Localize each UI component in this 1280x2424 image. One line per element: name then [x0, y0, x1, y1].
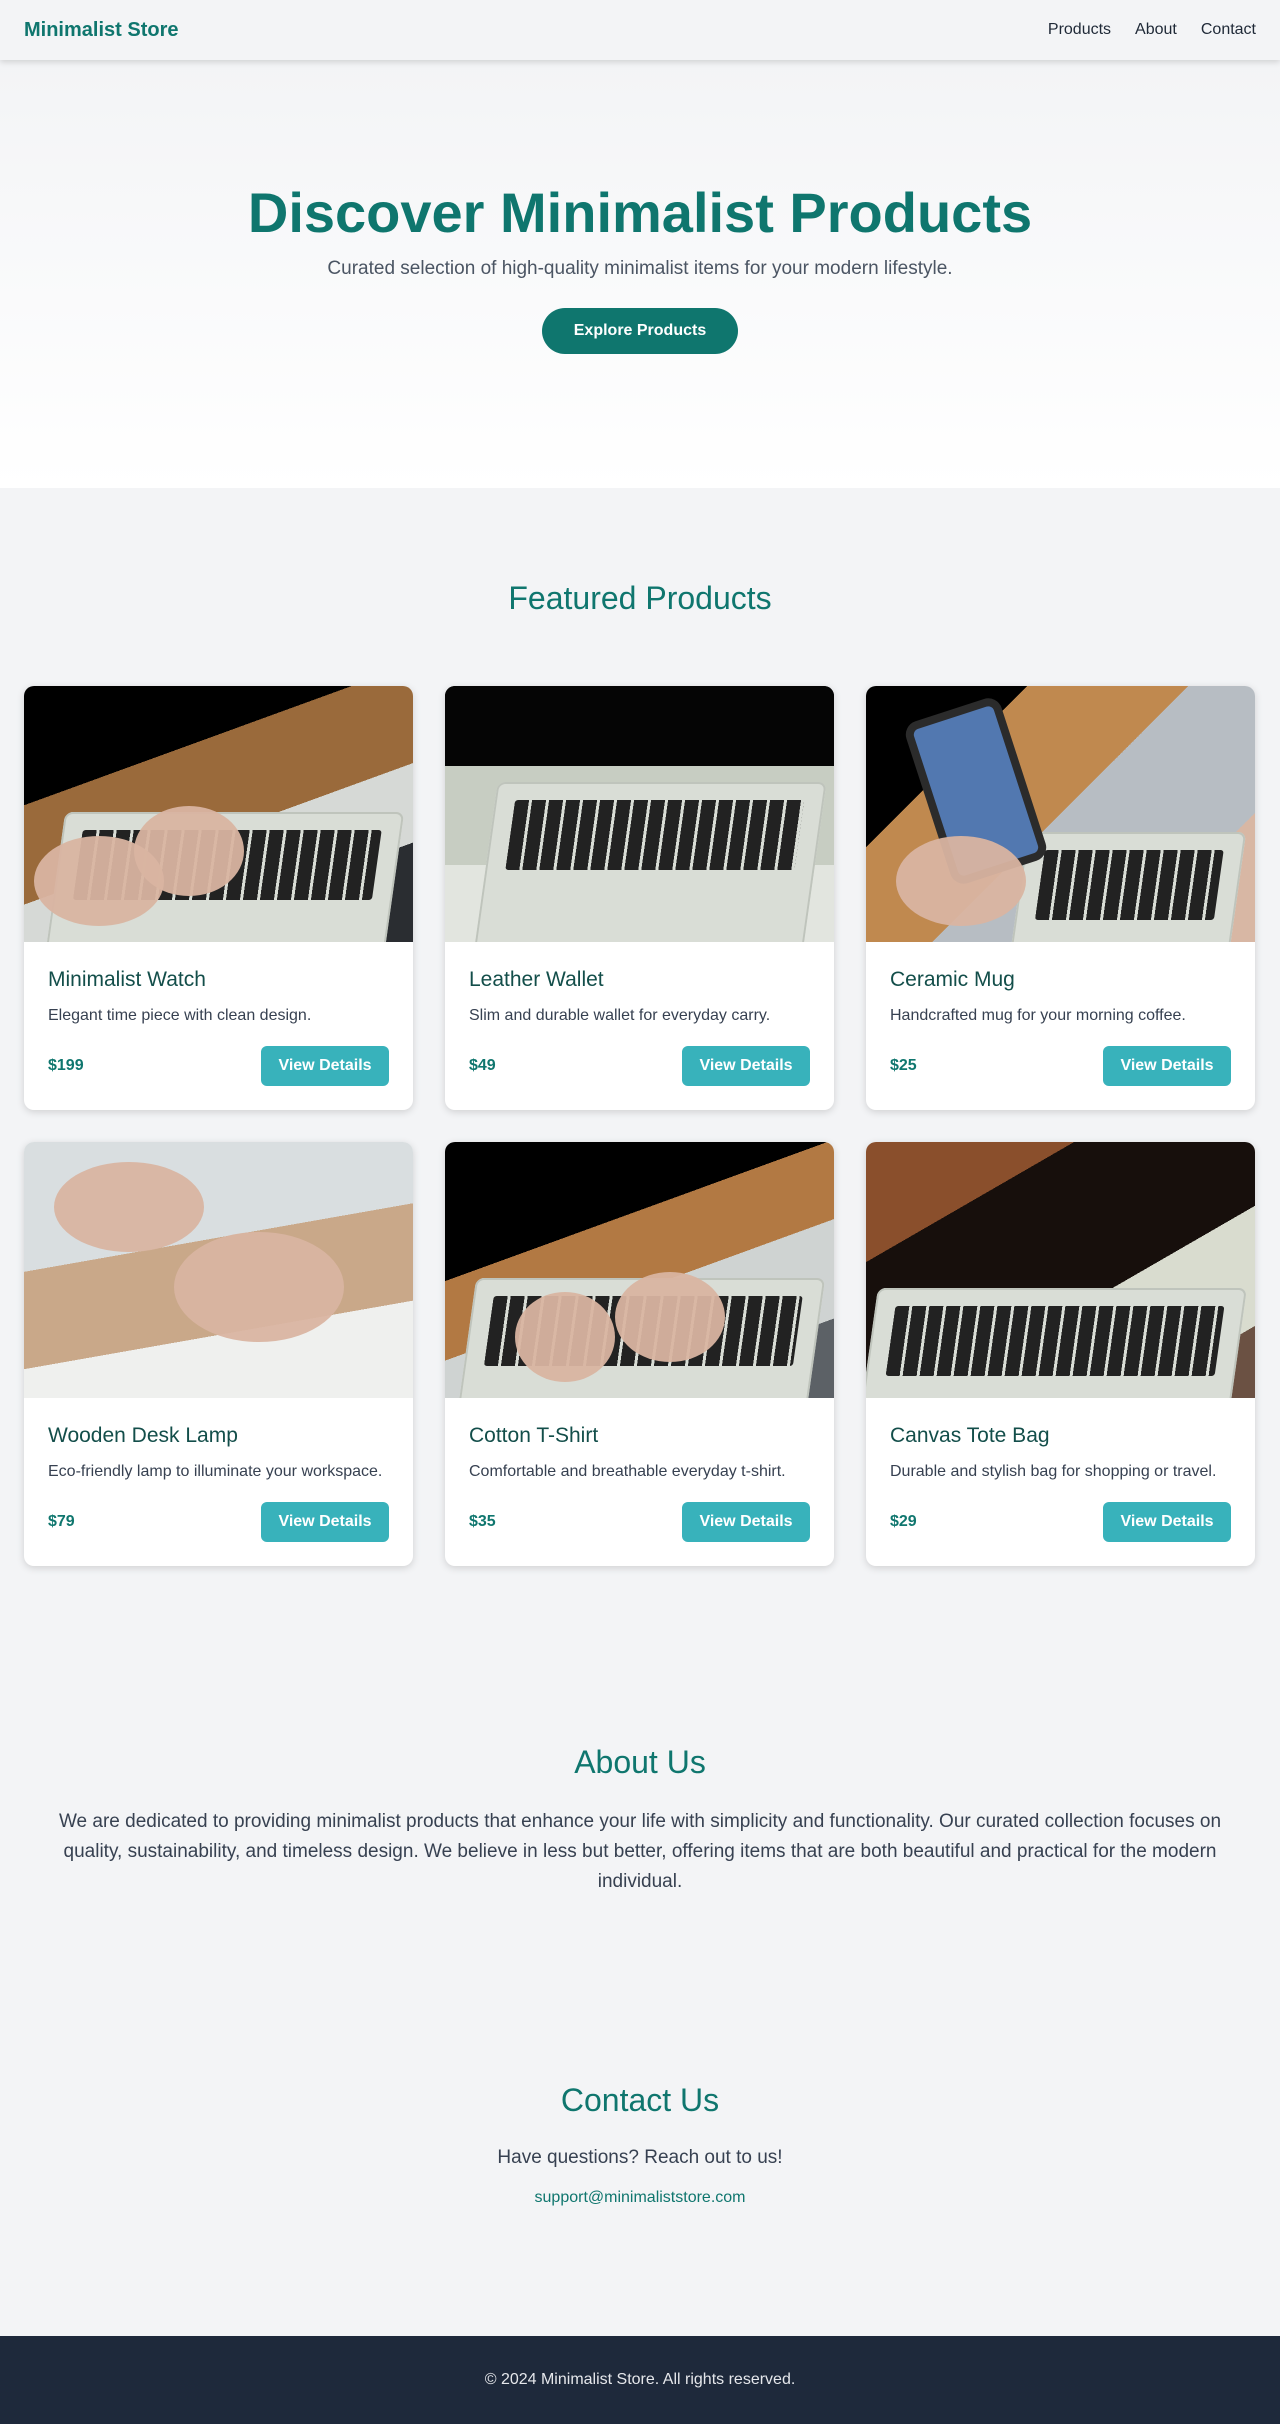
hero-title: Discover Minimalist Products [247, 181, 1033, 244]
product-image [445, 686, 834, 942]
product-description: Handcrafted mug for your morning coffee. [890, 1007, 1186, 1024]
product-card: Leather Wallet Slim and durable wallet f… [445, 686, 834, 1110]
product-card: Minimalist Watch Elegant time piece with… [24, 686, 413, 1110]
product-image [866, 1142, 1255, 1398]
product-price: $199 [48, 1057, 84, 1074]
site-footer: © 2024 Minimalist Store. All rights rese… [0, 2336, 1280, 2424]
page: Minimalist Store Products About Contact … [0, 0, 1280, 2424]
contact-email-link[interactable]: support@minimaliststore.com [535, 2189, 746, 2207]
product-price: $25 [890, 1057, 917, 1074]
contact-title: Contact Us [560, 2082, 720, 2118]
about-text: We are dedicated to providing minimalist… [58, 1811, 1222, 1892]
product-name: Wooden Desk Lamp [48, 1424, 238, 1447]
about-title: About Us [574, 1744, 706, 1780]
product-image [445, 1142, 834, 1398]
nav-link-products[interactable]: Products [1048, 21, 1111, 39]
product-name: Canvas Tote Bag [890, 1424, 1050, 1447]
explore-products-button[interactable]: Explore Products [542, 307, 738, 354]
main-nav: Products About Contact [1048, 21, 1256, 39]
product-price: $79 [48, 1513, 75, 1530]
nav-link-about[interactable]: About [1135, 21, 1177, 39]
view-details-button[interactable]: View Details [682, 1502, 810, 1542]
hero-section: Discover Minimalist Products Curated sel… [0, 60, 1280, 488]
product-image [866, 686, 1255, 942]
product-description: Eco-friendly lamp to illuminate your wor… [48, 1463, 383, 1480]
featured-title: Featured Products [508, 580, 772, 616]
view-details-button[interactable]: View Details [682, 1046, 810, 1086]
about-section: About Us We are dedicated to providing m… [0, 1566, 1280, 1897]
hero-subtitle: Curated selection of high-quality minima… [327, 257, 953, 279]
view-details-button[interactable]: View Details [1103, 1502, 1231, 1542]
product-name: Ceramic Mug [890, 968, 1015, 991]
product-card: Ceramic Mug Handcrafted mug for your mor… [866, 686, 1255, 1110]
nav-link-contact[interactable]: Contact [1201, 21, 1256, 39]
product-image [24, 686, 413, 942]
product-name: Leather Wallet [469, 968, 604, 991]
product-description: Slim and durable wallet for everyday car… [469, 1007, 771, 1024]
view-details-button[interactable]: View Details [1103, 1046, 1231, 1086]
featured-products-section: Featured Products Minimalist Watch Elega… [0, 488, 1280, 1566]
site-header: Minimalist Store Products About Contact [0, 0, 1280, 60]
product-description: Comfortable and breathable everyday t-sh… [469, 1463, 786, 1480]
product-image [24, 1142, 413, 1398]
product-price: $49 [469, 1057, 496, 1074]
product-card: Canvas Tote Bag Durable and stylish bag … [866, 1142, 1255, 1566]
product-grid: Minimalist Watch Elegant time piece with… [24, 686, 1256, 1566]
view-details-button[interactable]: View Details [261, 1046, 389, 1086]
product-card: Cotton T-Shirt Comfortable and breathabl… [445, 1142, 834, 1566]
footer-copyright: © 2024 Minimalist Store. All rights rese… [484, 2371, 796, 2388]
product-description: Elegant time piece with clean design. [48, 1007, 312, 1024]
product-name: Cotton T-Shirt [469, 1424, 599, 1447]
brand-logo[interactable]: Minimalist Store [24, 19, 178, 42]
contact-section: Contact Us Have questions? Reach out to … [0, 1897, 1280, 2207]
product-name: Minimalist Watch [48, 968, 206, 991]
contact-lead: Have questions? Reach out to us! [497, 2147, 783, 2168]
product-price: $29 [890, 1513, 917, 1530]
product-card: Wooden Desk Lamp Eco-friendly lamp to il… [24, 1142, 413, 1566]
product-price: $35 [469, 1513, 496, 1530]
product-description: Durable and stylish bag for shopping or … [890, 1463, 1217, 1480]
view-details-button[interactable]: View Details [261, 1502, 389, 1542]
